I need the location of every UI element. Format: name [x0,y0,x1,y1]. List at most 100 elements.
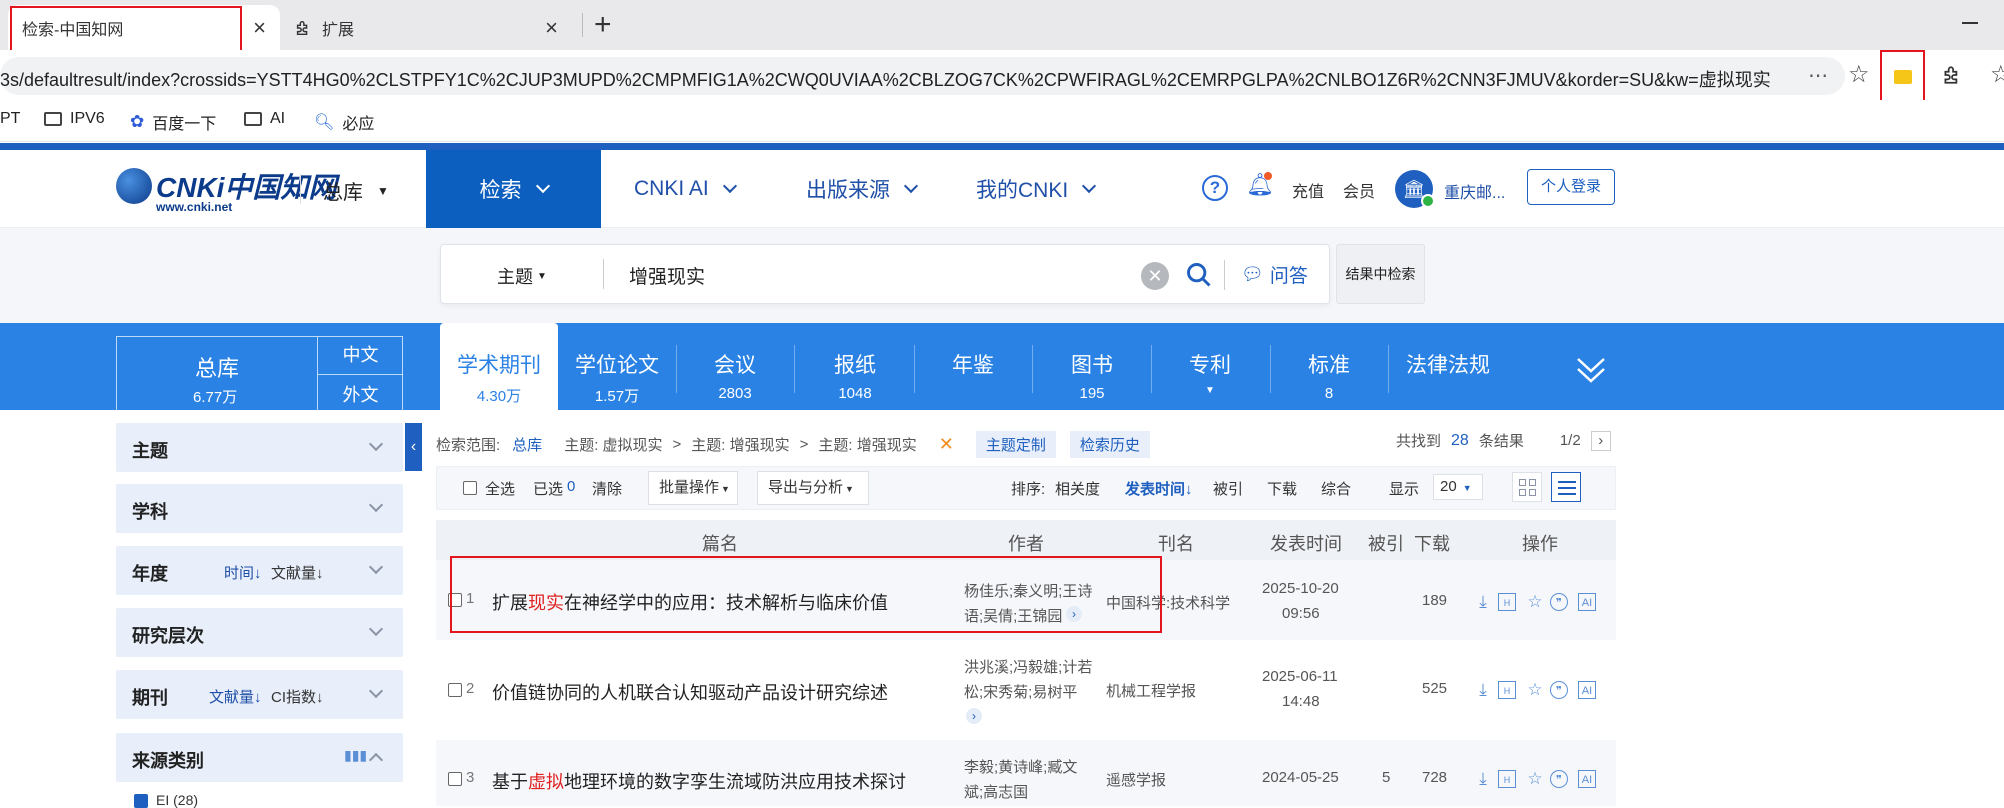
total-library-box[interactable]: 总库 6.77万 中文 外文 [116,336,403,411]
download-icon[interactable]: ⤓ [1474,770,1492,788]
page-size-select[interactable]: 20 ▼ [1433,474,1483,500]
html-read-icon[interactable]: H [1498,593,1516,611]
clear-filter-icon[interactable]: ✕ [939,434,954,455]
more-icon[interactable]: ⋯ [1808,63,1828,88]
bookmark-baidu[interactable]: ✿ 百度一下 [130,110,216,134]
export-analysis-dropdown[interactable]: 导出与分析 ▼ [757,471,869,505]
breadcrumb-item[interactable]: 主题: 增强现实 [818,434,916,455]
close-tab-icon[interactable]: × [253,15,266,41]
journal-name[interactable]: 遥感学报 [1106,769,1166,790]
sort-publish-date[interactable]: 发表时间↓ [1125,478,1193,499]
clear-selection-button[interactable]: 清除 [592,478,622,499]
sort-cited[interactable]: 被引 [1213,478,1243,499]
new-tab-icon[interactable]: + [594,8,612,42]
search-field-select[interactable]: 主题 ▼ [497,263,547,289]
html-read-icon[interactable]: H [1498,681,1516,699]
institution-name[interactable]: 重庆邮... [1444,179,1505,203]
chart-icon[interactable]: ▮▮▮ [344,747,367,764]
row-checkbox[interactable] [448,772,462,786]
qa-button[interactable]: 💬︎ 问答 [1241,261,1308,288]
bookmark-ai[interactable]: AI [244,110,285,128]
extensions-icon[interactable] [1941,64,1963,86]
list-view-icon[interactable] [1551,472,1581,502]
sort-relevance[interactable]: 相关度 [1055,478,1100,499]
article-title-link[interactable]: 基于虚拟地理环境的数字孪生流域防洪应用技术探讨 [492,768,906,794]
article-title-link[interactable]: 价值链协同的人机联合认知驱动产品设计研究综述 [492,679,888,705]
html-read-icon[interactable]: H [1498,770,1516,788]
ai-icon[interactable]: AI [1578,681,1596,699]
quote-icon[interactable]: ❞ [1550,681,1568,699]
favorite-star-icon[interactable]: ☆ [1526,681,1544,699]
author-line[interactable]: 斌;高志国 [964,781,1028,802]
clear-icon[interactable]: ✕ [1141,262,1169,290]
category-theses[interactable]: 学位论文 1.57万 [558,323,676,410]
favorites-icon[interactable]: ☆ [1990,60,2004,89]
favorite-star-icon[interactable]: ☆ [1526,593,1544,611]
nav-search[interactable]: 检索 [426,150,601,228]
grid-view-icon[interactable] [1512,472,1542,502]
minimize-icon[interactable] [1962,22,1978,24]
personal-login-button[interactable]: 个人登录 [1527,169,1615,205]
category-conference[interactable]: 会议 2803 [676,323,794,410]
facet-year[interactable]: 年度 时间↓ 文献量↓ [116,546,403,595]
favorite-star-icon[interactable]: ☆ [1848,60,1870,89]
search-in-results-button[interactable]: 结果中检索 [1336,244,1425,304]
sort-by-count[interactable]: 文献量↓ [209,686,262,707]
breadcrumb-item[interactable]: 主题: 虚拟现实 [564,434,662,455]
category-standard[interactable]: 标准 8 [1270,323,1388,410]
search-input[interactable]: 增强现实 [629,262,705,289]
sort-by-time[interactable]: 时间↓ [224,562,262,583]
journal-name[interactable]: 机械工程学报 [1106,680,1196,701]
category-yearbook[interactable]: 年鉴 [914,323,1032,410]
help-icon[interactable]: ? [1202,175,1228,201]
author-line[interactable]: 李毅;黄诗峰;臧文 [964,756,1077,777]
ai-icon[interactable]: AI [1578,593,1596,611]
facet-research-level[interactable]: 研究层次 [116,608,403,657]
search-icon[interactable] [1185,261,1213,289]
select-all-checkbox[interactable] [463,481,477,495]
tab-extensions[interactable]: 扩展 × [290,5,572,50]
category-journals[interactable]: 学术期刊 4.30万 [440,323,558,410]
category-patent[interactable]: 专利 ▼ [1151,323,1269,410]
library-select[interactable]: 总库 ▼ [323,176,389,205]
author-line[interactable]: 松;宋秀菊;易树平 [964,681,1077,702]
sort-by-count[interactable]: 文献量↓ [271,562,324,583]
quote-icon[interactable]: ❞ [1550,593,1568,611]
collapse-sidebar-button[interactable]: ‹ [405,423,422,471]
batch-operations-dropdown[interactable]: 批量操作 ▼ [648,471,738,505]
bookmark-bing[interactable]: 🔍︎ 必应 [314,110,374,134]
search-history-button[interactable]: 检索历史 [1069,431,1150,458]
lang-foreign-button[interactable]: 外文 [317,375,403,411]
lang-chinese-button[interactable]: 中文 [317,337,403,375]
facet-source-type[interactable]: 来源类别 ▮▮▮ [116,733,403,782]
category-law[interactable]: 法律法规 [1388,323,1508,410]
member-link[interactable]: 会员 [1343,178,1375,202]
scope-value[interactable]: 总库 [512,434,542,455]
url-field[interactable]: 3s/defaultresult/index?crossids=YSTT4HG0… [0,57,1845,95]
facet-subject[interactable]: 学科 [116,484,403,533]
bookmark-ipv6[interactable]: IPV6 [44,110,105,128]
topic-custom-button[interactable]: 主题定制 [975,431,1056,458]
download-icon[interactable]: ⤓ [1474,593,1492,611]
bookmark-pt[interactable]: PT [0,110,20,128]
facet-topic[interactable]: 主题 [116,423,403,472]
close-tab-icon[interactable]: × [545,15,558,41]
facet-journal[interactable]: 期刊 文献量↓ CI指数↓ [116,670,403,719]
nav-cnki-ai[interactable]: CNKI AI [634,150,737,228]
ai-icon[interactable]: AI [1578,770,1596,788]
recharge-link[interactable]: 充值 [1292,178,1324,202]
favorite-star-icon[interactable]: ☆ [1526,770,1544,788]
download-icon[interactable]: ⤓ [1474,681,1492,699]
row-checkbox[interactable] [448,683,462,697]
nav-publication-source[interactable]: 出版来源 [806,150,919,228]
expand-chevron-icon[interactable] [1574,351,1608,385]
category-newspaper[interactable]: 报纸 1048 [796,323,914,410]
quote-icon[interactable]: ❞ [1550,770,1568,788]
sort-overall[interactable]: 综合 [1321,478,1351,499]
category-books[interactable]: 图书 195 [1033,323,1151,410]
sort-by-ci[interactable]: CI指数↓ [271,686,324,707]
sort-downloads[interactable]: 下载 [1267,478,1297,499]
folder-icon[interactable] [1894,70,1912,84]
next-page-button[interactable]: › [1590,430,1611,451]
author-line[interactable]: 洪兆溪;冯毅雄;计若 [964,656,1092,677]
